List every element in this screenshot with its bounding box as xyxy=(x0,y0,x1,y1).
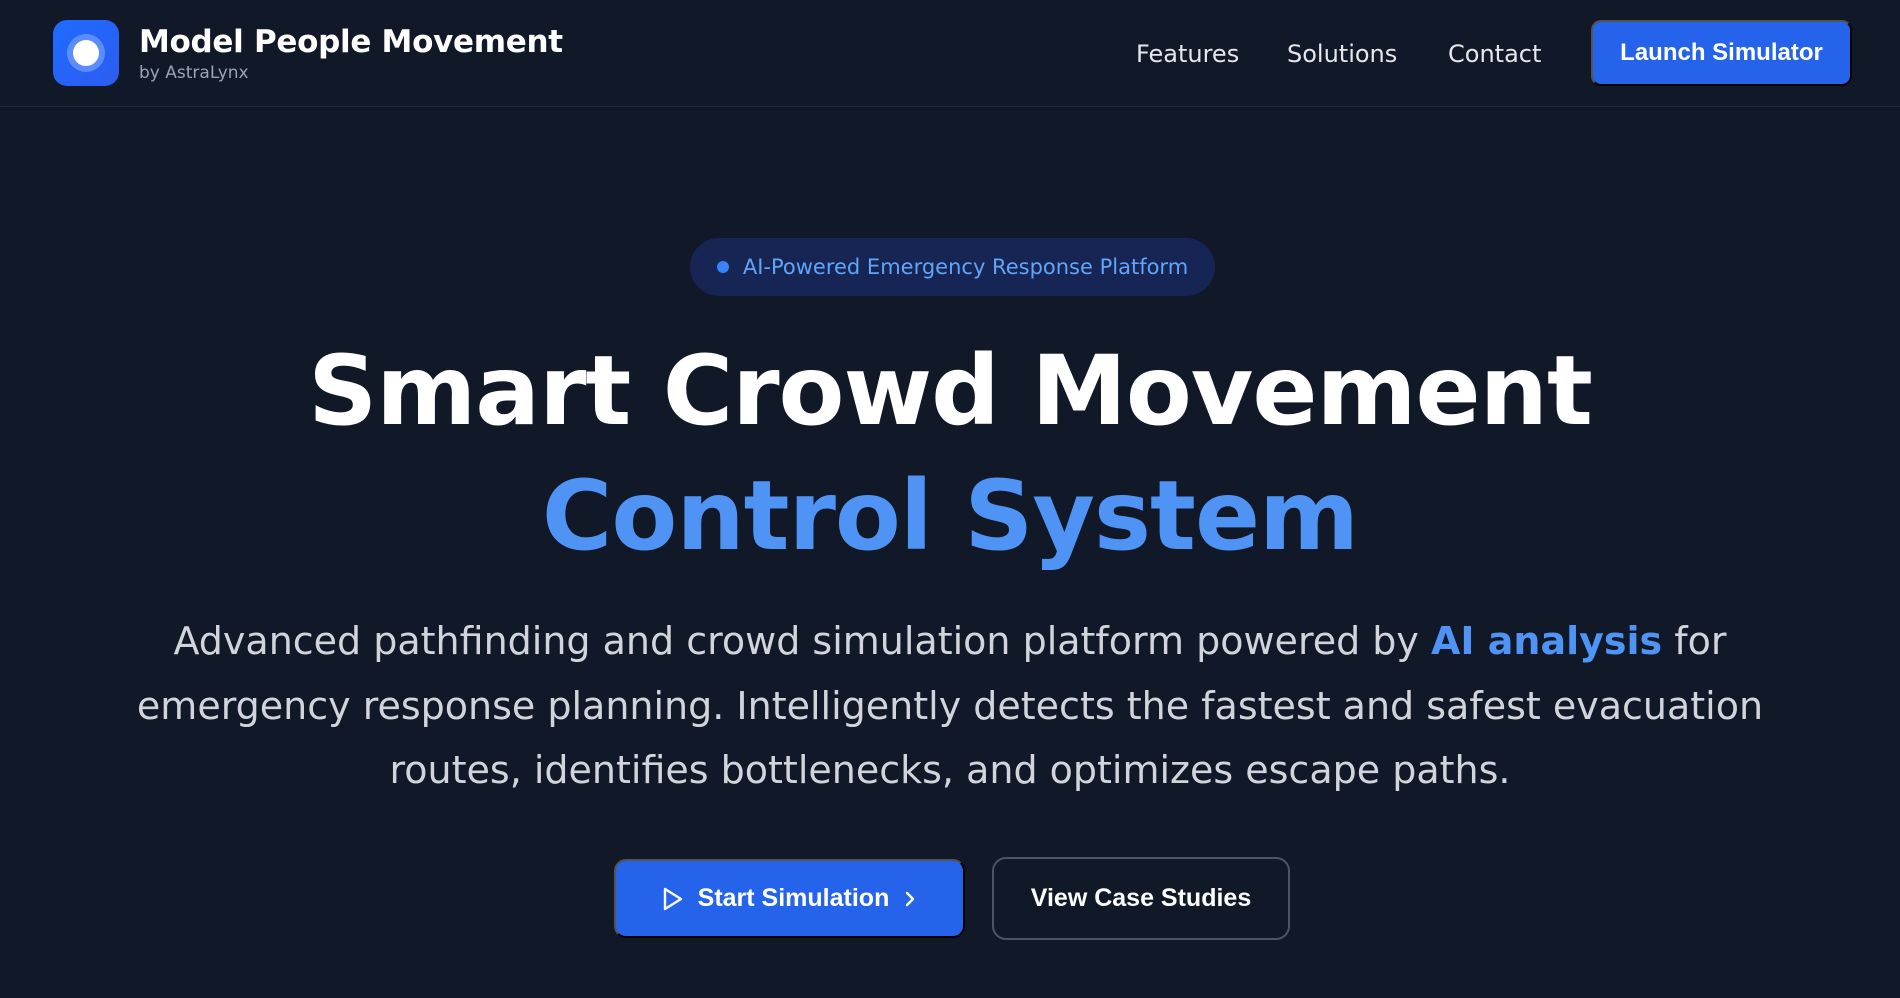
description-text: Advanced pathfinding and crowd simulatio… xyxy=(173,619,1431,663)
description-text: for xyxy=(1662,619,1727,663)
play-icon xyxy=(663,887,682,910)
description-line-3: routes, identifies bottlenecks, and opti… xyxy=(389,748,1511,792)
logo-dot xyxy=(73,40,99,66)
badge-dot-icon xyxy=(716,261,729,273)
launch-simulator-button[interactable]: Launch Simulator xyxy=(1591,20,1852,86)
description-line-1: Advanced pathfinding and crowd simulatio… xyxy=(0,619,1900,663)
nav-link-solutions[interactable]: Solutions xyxy=(1287,40,1397,68)
nav-link-contact[interactable]: Contact xyxy=(1448,40,1541,68)
target-icon[interactable] xyxy=(53,20,119,86)
chevron-right-icon xyxy=(906,891,915,906)
headline-line-1: Smart Crowd Movement xyxy=(308,335,1593,447)
top-navbar: Model People Movement by AstraLynx Featu… xyxy=(0,0,1900,107)
start-simulation-label: Start Simulation xyxy=(697,884,890,912)
platform-badge: AI-Powered Emergency Response Platform xyxy=(690,238,1215,296)
brand-title[interactable]: Model People Movement xyxy=(139,24,563,60)
logo-ring xyxy=(67,34,105,72)
nav-link-features[interactable]: Features xyxy=(1136,40,1239,68)
badge-text: AI-Powered Emergency Response Platform xyxy=(742,255,1189,279)
headline-line-2: Control System xyxy=(541,460,1359,572)
ai-analysis-highlight: AI analysis xyxy=(1431,619,1663,663)
description-line-2: emergency response planning. Intelligent… xyxy=(136,684,1764,728)
brand-subtitle: by AstraLynx xyxy=(139,63,249,83)
view-case-studies-button[interactable]: View Case Studies xyxy=(992,857,1290,940)
start-simulation-button[interactable]: Start Simulation xyxy=(614,859,965,938)
